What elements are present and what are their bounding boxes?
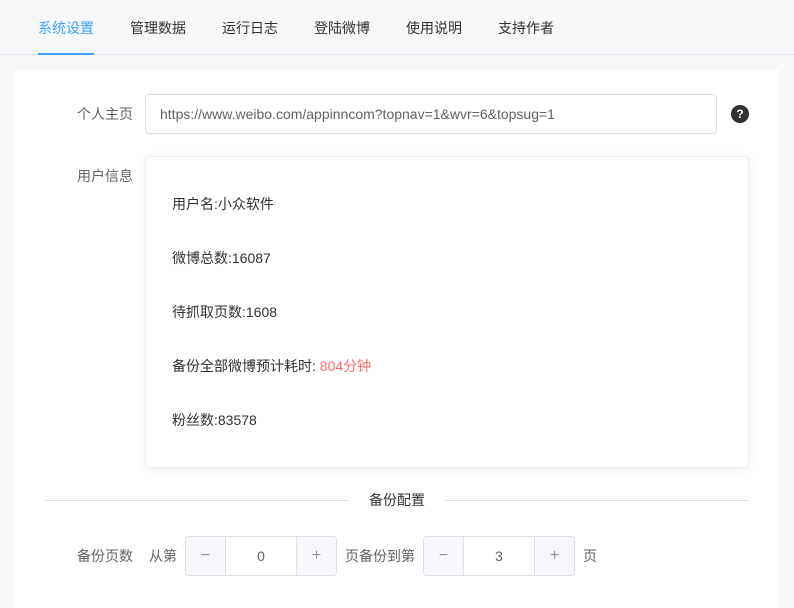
- help-icon[interactable]: ?: [731, 105, 749, 123]
- from-text: 从第: [149, 546, 177, 566]
- tabs-bar: 系统设置 管理数据 运行日志 登陆微博 使用说明 支持作者: [0, 0, 794, 55]
- to-increase-button[interactable]: +: [534, 536, 574, 576]
- homepage-row: 个人主页 ?: [45, 94, 749, 134]
- tab-instructions[interactable]: 使用说明: [388, 0, 480, 54]
- followers-line: 粉丝数:83578: [172, 393, 722, 447]
- backup-time-line: 备份全部微博预计耗时: 804分钟: [172, 339, 722, 393]
- from-increase-button[interactable]: +: [296, 536, 336, 576]
- divider-backup-config: 备份配置: [45, 490, 749, 510]
- userinfo-label: 用户信息: [45, 156, 145, 186]
- from-decrease-button[interactable]: −: [186, 536, 226, 576]
- to-text: 页备份到第: [345, 546, 415, 566]
- to-page-stepper: − +: [423, 536, 575, 576]
- backup-pages-row: 备份页数 从第 − + 页备份到第 − + 页: [45, 528, 749, 584]
- tab-system-settings[interactable]: 系统设置: [20, 0, 112, 54]
- tab-manage-data[interactable]: 管理数据: [112, 0, 204, 54]
- from-page-input[interactable]: [226, 548, 296, 564]
- total-posts-line: 微博总数:16087: [172, 231, 722, 285]
- to-page-input[interactable]: [464, 548, 534, 564]
- tab-run-log[interactable]: 运行日志: [204, 0, 296, 54]
- tab-login-weibo[interactable]: 登陆微博: [296, 0, 388, 54]
- page-suffix: 页: [583, 546, 597, 566]
- userinfo-row: 用户信息 用户名:小众软件 微博总数:16087 待抓取页数:1608 备份全部…: [45, 156, 749, 468]
- divider-label: 备份配置: [349, 490, 445, 510]
- tab-support-author[interactable]: 支持作者: [480, 0, 572, 54]
- pages-to-fetch-line: 待抓取页数:1608: [172, 285, 722, 339]
- backup-pages-label: 备份页数: [45, 546, 145, 566]
- homepage-label: 个人主页: [45, 94, 145, 124]
- userinfo-card: 用户名:小众软件 微博总数:16087 待抓取页数:1608 备份全部微博预计耗…: [145, 156, 749, 468]
- username-line: 用户名:小众软件: [172, 177, 722, 231]
- to-decrease-button[interactable]: −: [424, 536, 464, 576]
- from-page-stepper: − +: [185, 536, 337, 576]
- homepage-input[interactable]: [145, 94, 717, 134]
- content-panel: 个人主页 ? 用户信息 用户名:小众软件 微博总数:16087 待抓取页数:16…: [15, 70, 779, 608]
